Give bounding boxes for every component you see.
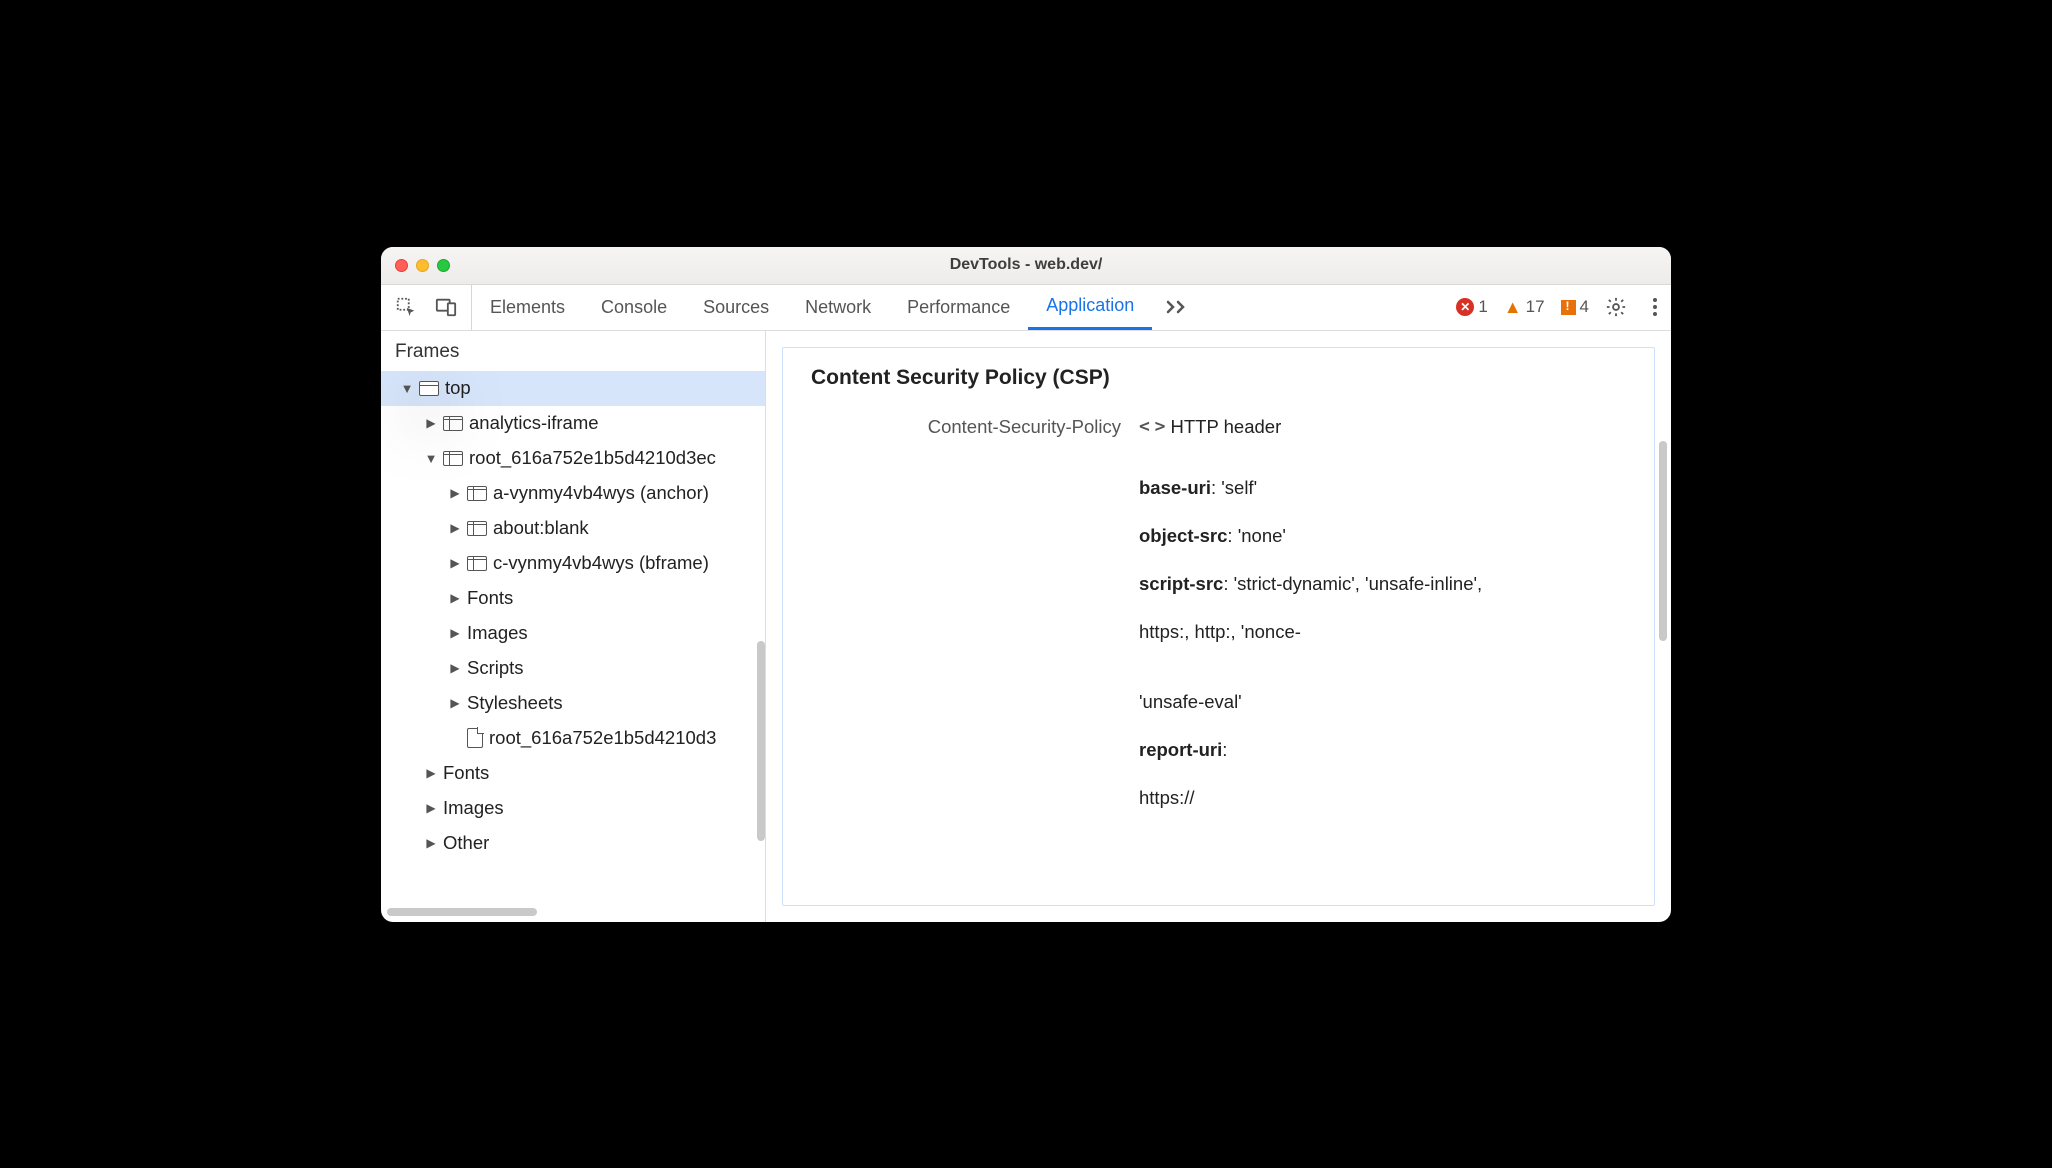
tab-sources[interactable]: Sources xyxy=(685,285,787,330)
directive-line: 'unsafe-eval' xyxy=(1139,678,1626,726)
caret-right-icon[interactable] xyxy=(425,766,437,780)
node-label: about:blank xyxy=(493,517,589,539)
more-menu-button[interactable] xyxy=(1653,298,1657,316)
tree-node[interactable]: Scripts xyxy=(381,651,765,686)
directive-line: https:// xyxy=(1139,774,1626,822)
devtools-window: DevTools - web.dev/ Elements Console Sou… xyxy=(381,247,1671,922)
tab-console[interactable]: Console xyxy=(583,285,685,330)
sidebar: Frames top analytics-iframe root_616a752… xyxy=(381,331,766,922)
issue-icon xyxy=(1561,300,1576,315)
node-label: Images xyxy=(443,797,504,819)
frame-icon xyxy=(467,486,487,501)
directive-value: 'none' xyxy=(1238,525,1286,546)
issue-count[interactable]: 4 xyxy=(1561,297,1589,317)
frame-icon xyxy=(443,451,463,466)
node-label: root_616a752e1b5d4210d3 xyxy=(489,727,716,749)
tree-node[interactable]: about:blank xyxy=(381,511,765,546)
tree-node[interactable]: c-vynmy4vb4wys (bframe) xyxy=(381,546,765,581)
node-label: Fonts xyxy=(467,587,513,609)
caret-right-icon[interactable] xyxy=(425,416,437,430)
error-count[interactable]: ✕ 1 xyxy=(1456,297,1487,317)
csp-source-value: HTTP header xyxy=(1171,416,1282,438)
error-count-value: 1 xyxy=(1478,297,1487,317)
node-label: Scripts xyxy=(467,657,524,679)
window-icon xyxy=(419,381,439,396)
caret-right-icon[interactable] xyxy=(449,626,461,640)
horizontal-scrollbar[interactable] xyxy=(387,908,537,916)
warning-count-value: 17 xyxy=(1526,297,1545,317)
directive-name: object-src xyxy=(1139,525,1227,546)
directive-value: 'strict-dynamic', 'unsafe-inline', xyxy=(1234,573,1483,594)
tab-application[interactable]: Application xyxy=(1028,285,1152,330)
csp-card: Content Security Policy (CSP) Content-Se… xyxy=(782,347,1655,906)
csp-directives: base-uri: 'self' object-src: 'none' scri… xyxy=(1139,464,1626,823)
frame-icon xyxy=(443,416,463,431)
directive-name: base-uri xyxy=(1139,477,1211,498)
inspect-element-icon[interactable] xyxy=(395,296,417,318)
document-icon xyxy=(467,728,483,748)
node-label: Other xyxy=(443,832,489,854)
node-label: a-vynmy4vb4wys (anchor) xyxy=(493,482,709,504)
error-icon: ✕ xyxy=(1456,298,1474,316)
caret-right-icon[interactable] xyxy=(425,801,437,815)
tab-performance[interactable]: Performance xyxy=(889,285,1028,330)
caret-down-icon[interactable] xyxy=(401,381,413,396)
vertical-scrollbar[interactable] xyxy=(757,641,765,841)
node-label: top xyxy=(445,377,471,399)
directive-name: report-uri xyxy=(1139,739,1222,760)
node-label: root_616a752e1b5d4210d3ec xyxy=(469,447,716,469)
caret-right-icon[interactable] xyxy=(449,521,461,535)
warning-icon: ▲ xyxy=(1504,297,1522,318)
tree-node[interactable]: a-vynmy4vb4wys (anchor) xyxy=(381,476,765,511)
csp-heading: Content Security Policy (CSP) xyxy=(811,366,1626,390)
caret-right-icon[interactable] xyxy=(449,661,461,675)
caret-right-icon[interactable] xyxy=(449,591,461,605)
caret-right-icon[interactable] xyxy=(449,696,461,710)
main-panel: Content Security Policy (CSP) Content-Se… xyxy=(766,331,1671,922)
frames-tree: top analytics-iframe root_616a752e1b5d42… xyxy=(381,371,765,861)
tree-node[interactable]: Fonts xyxy=(381,756,765,791)
main-vertical-scrollbar[interactable] xyxy=(1659,441,1667,641)
node-label: Fonts xyxy=(443,762,489,784)
caret-right-icon[interactable] xyxy=(449,486,461,500)
directive-name: script-src xyxy=(1139,573,1223,594)
code-icon: < > xyxy=(1139,416,1163,437)
tab-elements[interactable]: Elements xyxy=(472,285,583,330)
warning-count[interactable]: ▲ 17 xyxy=(1504,297,1545,318)
tree-node[interactable]: root_616a752e1b5d4210d3ec xyxy=(381,441,765,476)
node-label: Stylesheets xyxy=(467,692,563,714)
toolbar: Elements Console Sources Network Perform… xyxy=(381,285,1671,331)
issue-count-value: 4 xyxy=(1580,297,1589,317)
tree-node-top[interactable]: top xyxy=(381,371,765,406)
csp-source-label: Content-Security-Policy xyxy=(811,416,1121,438)
tree-node[interactable]: Images xyxy=(381,616,765,651)
tab-network[interactable]: Network xyxy=(787,285,889,330)
directive-value: 'self' xyxy=(1221,477,1257,498)
tree-node[interactable]: Images xyxy=(381,791,765,826)
tree-node[interactable]: Fonts xyxy=(381,581,765,616)
sidebar-header: Frames xyxy=(381,331,765,371)
titlebar: DevTools - web.dev/ xyxy=(381,247,1671,285)
node-label: Images xyxy=(467,622,528,644)
caret-down-icon[interactable] xyxy=(425,451,437,466)
node-label: analytics-iframe xyxy=(469,412,599,434)
node-label: c-vynmy4vb4wys (bframe) xyxy=(493,552,709,574)
frame-icon xyxy=(467,521,487,536)
caret-right-icon[interactable] xyxy=(425,836,437,850)
directive-line: https:, http:, 'nonce- xyxy=(1139,608,1626,656)
panel-tabs: Elements Console Sources Network Perform… xyxy=(472,285,1152,330)
device-toggle-icon[interactable] xyxy=(435,296,457,318)
tree-node[interactable]: root_616a752e1b5d4210d3 xyxy=(381,721,765,756)
settings-button[interactable] xyxy=(1605,296,1627,318)
tree-node[interactable]: Stylesheets xyxy=(381,686,765,721)
status-counters: ✕ 1 ▲ 17 4 xyxy=(1456,296,1671,318)
window-title: DevTools - web.dev/ xyxy=(381,256,1671,274)
more-tabs-button[interactable] xyxy=(1152,299,1202,315)
frame-icon xyxy=(467,556,487,571)
tree-node[interactable]: analytics-iframe xyxy=(381,406,765,441)
tree-node[interactable]: Other xyxy=(381,826,765,861)
caret-right-icon[interactable] xyxy=(449,556,461,570)
